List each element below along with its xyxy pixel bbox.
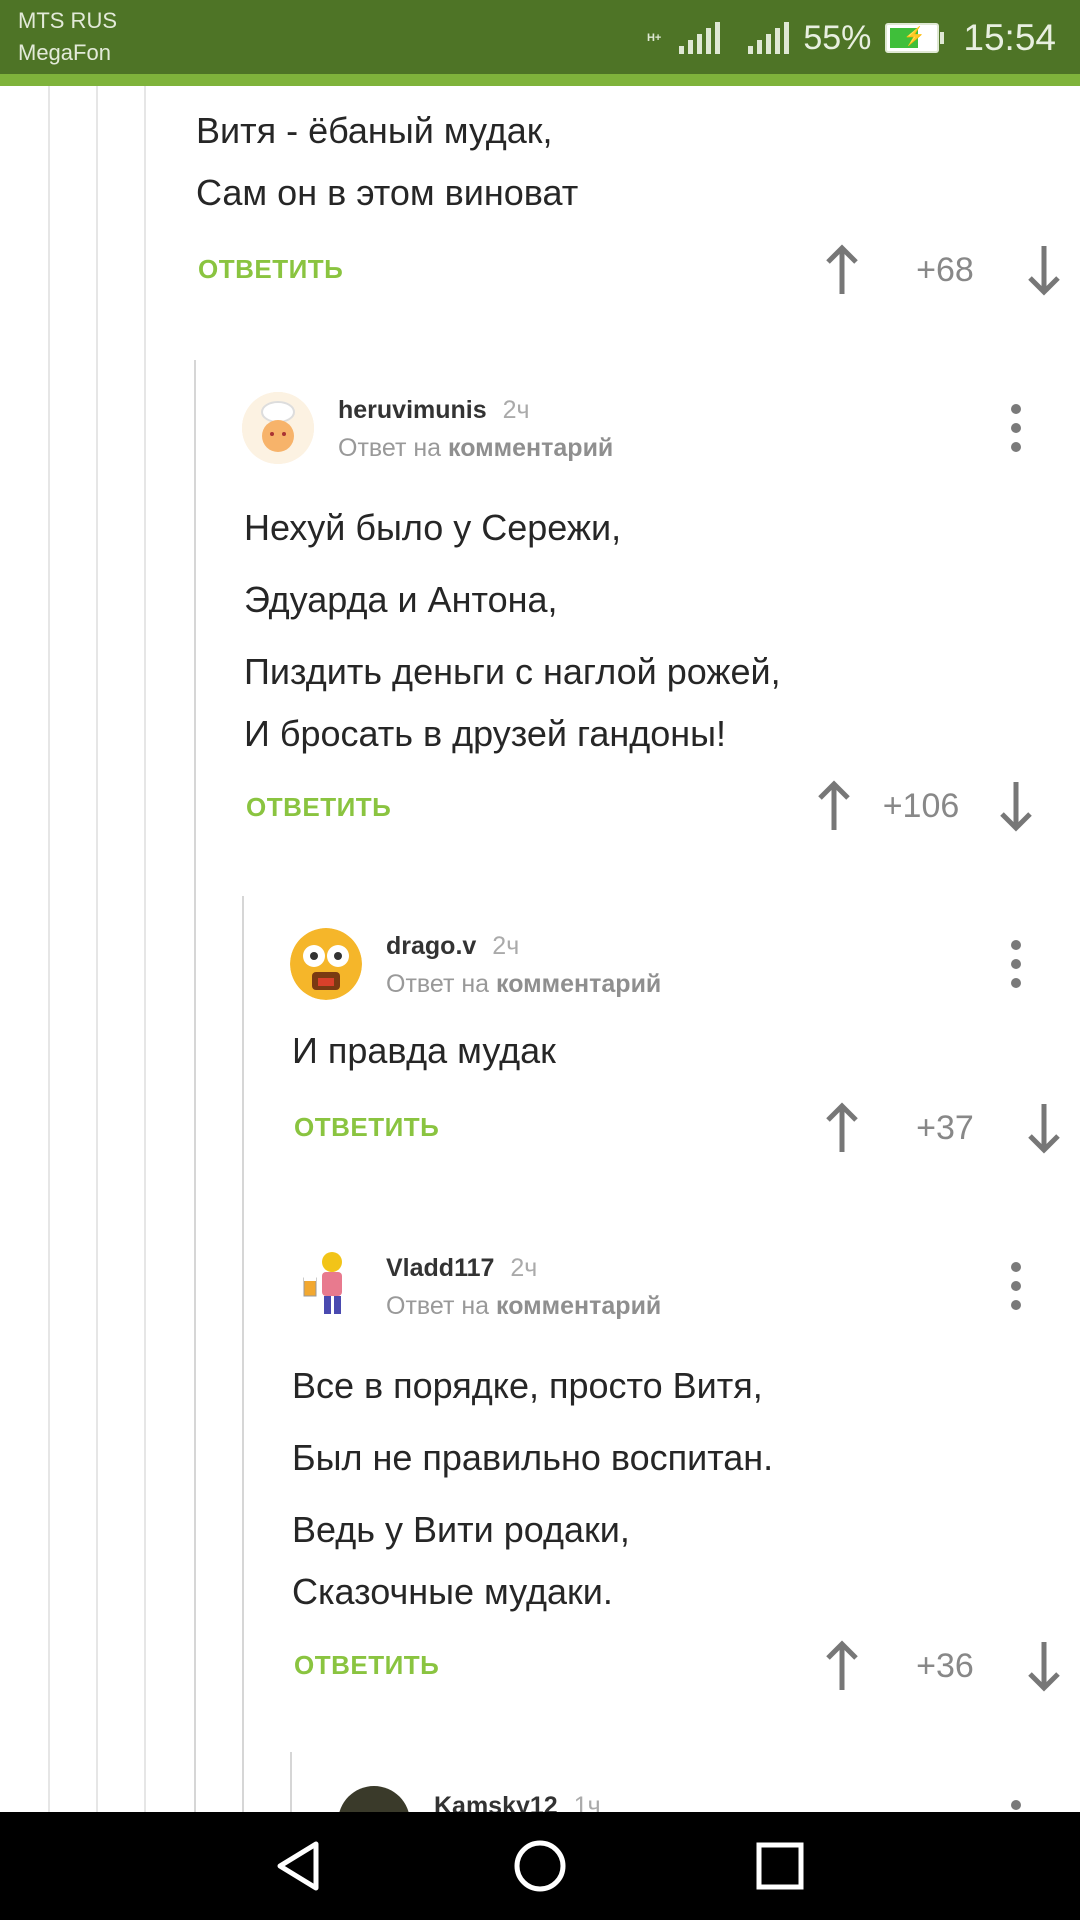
thread-line [242,896,244,1812]
comment-line: Витя - ёбаный мудак, [196,110,553,151]
upvote-arrow-icon[interactable] [822,1640,862,1692]
thread-line [96,86,98,1812]
upvote-arrow-icon[interactable] [814,780,854,832]
battery-icon: ⚡ [885,23,945,53]
comment-text: И правда мудак [292,1020,556,1082]
reply-to-prefix: Ответ на [386,1292,490,1320]
battery-percent: 55% [803,18,872,57]
comment-line: Сам он в этом виноват [196,172,579,213]
home-circle-icon[interactable] [510,1836,570,1896]
downvote-arrow-icon[interactable] [1024,244,1064,296]
comment-score: +68 [916,250,974,289]
shocked-face-avatar-icon[interactable] [290,928,362,1000]
reply-to-prefix: Ответ на [338,434,442,462]
back-triangle-icon[interactable] [270,1836,330,1896]
username-text[interactable]: Vladd117 [386,1254,494,1282]
carrier-primary: MTS RUS [18,8,117,33]
upvote-arrow-icon[interactable] [822,1102,862,1154]
downvote-arrow-icon[interactable] [1024,1640,1064,1692]
thread-line [48,86,50,1812]
clock: 15:54 [963,17,1056,58]
status-bar-accent [0,74,1080,86]
carrier-secondary: MegaFon [18,40,111,65]
more-menu-icon[interactable] [1006,1262,1026,1310]
more-menu-icon[interactable] [1006,404,1026,452]
comment-score: +37 [916,1108,974,1147]
network-type: H+ [646,32,662,44]
vote-controls: +106 [814,780,1036,832]
reply-to: Ответ на комментарий [386,1292,661,1321]
signal-icon-secondary [748,22,790,54]
comment-line: Все в порядке, просто Витя, [292,1365,763,1406]
status-icons: H+ 55% ⚡ 15:54 [647,14,1056,62]
username-text[interactable]: drago.v [386,932,476,960]
vote-controls: +68 [822,244,1064,296]
signal-icon [679,22,721,54]
comment-time: 2ч [492,932,520,960]
downvote-arrow-icon[interactable] [996,780,1036,832]
comment-line: И правда мудак [292,1030,556,1071]
reply-button[interactable]: ОТВЕТИТЬ [294,1112,439,1143]
recents-square-icon[interactable] [750,1836,810,1896]
thread-line [144,86,146,1812]
comment-line: Был не правильно воспитан. [292,1437,774,1478]
username[interactable]: Vladd117 2ч [386,1254,537,1283]
comment-score: +106 [882,786,960,825]
reply-to-link[interactable]: комментарий [448,434,613,462]
status-bar: MTS RUS MegaFon H+ 55% ⚡ 15:54 [0,0,1080,86]
downvote-arrow-icon[interactable] [1024,1102,1064,1154]
reply-to: Ответ на комментарий [386,970,661,999]
comment-time: 2ч [502,396,530,424]
chef-avatar-icon[interactable] [242,392,314,464]
comment-line: И бросать в друзей гандоны! [244,713,727,754]
comment-text: Все в порядке, просто Витя, Был не прави… [292,1350,773,1628]
thread-line [194,360,196,1812]
username[interactable]: heruvimunis 2ч [338,396,530,425]
username-text[interactable]: heruvimunis [338,396,487,424]
cartoon-man-beer-avatar-icon[interactable] [290,1248,362,1320]
username[interactable]: drago.v 2ч [386,932,519,961]
comment-text: Нехуй было у Сережи, Эдуарда и Антона, П… [244,492,781,770]
reply-to-prefix: Ответ на [386,970,490,998]
comment-line: Нехуй было у Сережи, [244,507,622,548]
comment-score: +36 [916,1646,974,1685]
reply-to: Ответ на комментарий [338,434,613,463]
comment-line: Эдуарда и Антона, [244,579,558,620]
reply-button[interactable]: ОТВЕТИТЬ [198,254,343,285]
comment-text: Витя - ёбаный мудак, Сам он в этом винов… [196,100,578,224]
reply-button[interactable]: ОТВЕТИТЬ [294,1650,439,1681]
comment-time: 2ч [510,1254,538,1282]
vote-controls: +37 [822,1102,1064,1154]
vote-controls: +36 [822,1640,1064,1692]
upvote-arrow-icon[interactable] [822,244,862,296]
reply-to-link[interactable]: комментарий [496,970,661,998]
reply-to-link[interactable]: комментарий [496,1292,661,1320]
more-menu-icon[interactable] [1006,940,1026,988]
reply-button[interactable]: ОТВЕТИТЬ [246,792,391,823]
thread-line [290,1752,292,1812]
navigation-bar [0,1812,1080,1920]
comment-line: Сказочные мудаки. [292,1571,613,1612]
